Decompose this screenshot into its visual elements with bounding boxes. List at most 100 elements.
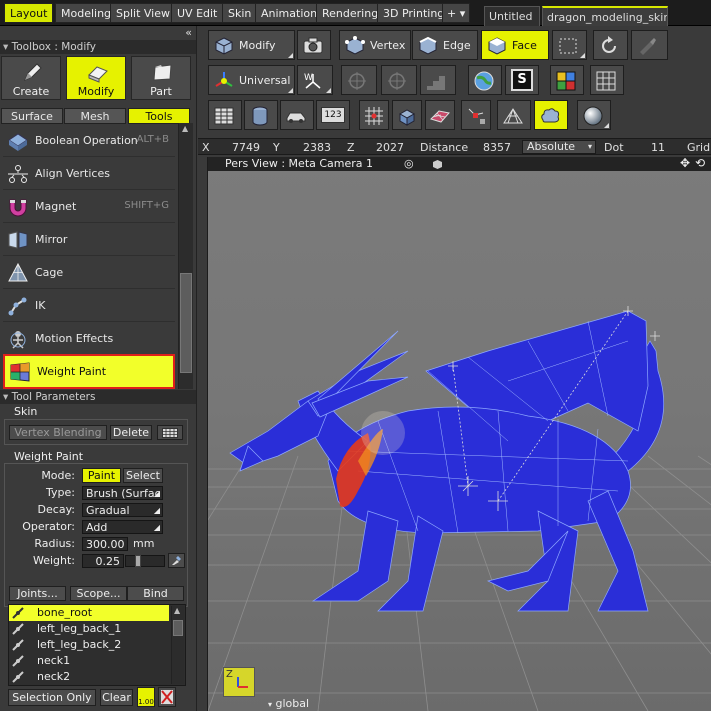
- move-vertex-button[interactable]: [461, 100, 491, 130]
- globe-button[interactable]: [468, 65, 502, 95]
- tool-weight-paint[interactable]: Weight Paint: [3, 354, 175, 389]
- delete-button[interactable]: Delete: [110, 425, 152, 440]
- universal-axis-icon: [215, 72, 233, 87]
- paint-brush-button[interactable]: [631, 30, 668, 60]
- tool-label: IK: [35, 299, 46, 312]
- document-tab-untitled[interactable]: Untitled: [484, 6, 540, 26]
- move-view-icon[interactable]: ✥: [680, 157, 690, 170]
- radius-label: Radius:: [34, 537, 75, 550]
- toolbox-header[interactable]: ▾ Toolbox : Modify: [0, 40, 196, 54]
- tab-3d-printing[interactable]: 3D Printing: [377, 3, 451, 23]
- sphere-button[interactable]: [577, 100, 611, 130]
- vertex-mode-button[interactable]: Vertex: [339, 30, 411, 60]
- operator-dropdown[interactable]: Add ◢: [82, 520, 163, 534]
- tab-layout[interactable]: Layout: [4, 3, 54, 23]
- vertex-grid-button[interactable]: [359, 100, 389, 130]
- tool-ik[interactable]: IK: [3, 290, 175, 322]
- weight-value-toggle[interactable]: 1.00: [137, 687, 155, 707]
- tab-mesh[interactable]: Mesh: [64, 108, 126, 124]
- decay-dropdown[interactable]: Gradual ◢: [82, 503, 163, 517]
- universal-axis-button[interactable]: Universal: [208, 65, 295, 95]
- color-grid-button[interactable]: [550, 65, 584, 95]
- camera-button[interactable]: [297, 30, 331, 60]
- tool-mirror[interactable]: Mirror: [3, 224, 175, 256]
- mesh-lattice-button[interactable]: [497, 100, 531, 130]
- tab-modeling[interactable]: Modeling: [55, 3, 118, 23]
- coordinate-mode-dropdown[interactable]: Absolute ▾: [522, 140, 596, 154]
- tool-parameters-header[interactable]: ▾ Tool Parameters: [0, 390, 196, 404]
- modify-mode-button[interactable]: Modify: [208, 30, 295, 60]
- tool-cage[interactable]: Cage: [3, 257, 175, 289]
- snap-s-button[interactable]: S: [505, 65, 539, 95]
- collapse-panel-button[interactable]: «: [185, 26, 192, 39]
- coordinate-space-label[interactable]: ▾ global: [268, 697, 309, 710]
- crosshair-button-1[interactable]: [341, 65, 377, 95]
- tab-surface[interactable]: Surface: [1, 108, 63, 124]
- type-dropdown[interactable]: Brush (Surfac ◢: [82, 486, 163, 500]
- crosshair-button-2[interactable]: [381, 65, 417, 95]
- tab-tools[interactable]: Tools: [128, 108, 190, 124]
- rotate-button[interactable]: [593, 30, 628, 60]
- table-view-button[interactable]: [208, 100, 242, 130]
- mode-paint-button[interactable]: Paint: [82, 468, 121, 483]
- face-mode-button[interactable]: Face: [481, 30, 549, 60]
- add-tab-button[interactable]: + ▾: [442, 3, 471, 23]
- tool-list-scrollbar[interactable]: ▲: [178, 123, 193, 389]
- joint-row[interactable]: neck2: [9, 669, 169, 685]
- clear-button[interactable]: Clear: [100, 689, 133, 706]
- weight-brush-button[interactable]: [534, 100, 568, 130]
- target-icon[interactable]: ◎: [404, 157, 414, 171]
- joint-row[interactable]: neck1: [9, 653, 169, 669]
- stairs-button[interactable]: [420, 65, 456, 95]
- axis-gizmo[interactable]: Z: [223, 667, 255, 697]
- distance-label: Distance: [420, 141, 469, 154]
- cube-view-icon[interactable]: [432, 159, 443, 170]
- weight-slider[interactable]: [125, 555, 165, 567]
- create-button[interactable]: Create: [1, 56, 61, 100]
- tool-motion-effects[interactable]: Motion Effects: [3, 323, 175, 355]
- tab-uv-edit[interactable]: UV Edit: [171, 3, 224, 23]
- joints-button[interactable]: Joints...: [9, 586, 66, 601]
- cylinder-button[interactable]: [244, 100, 278, 130]
- car-button[interactable]: [280, 100, 314, 130]
- joint-row[interactable]: bone_root: [9, 605, 169, 621]
- clear-weight-button[interactable]: [158, 687, 176, 707]
- tab-split-view[interactable]: Split View: [110, 3, 176, 23]
- skin-table-button[interactable]: [157, 425, 183, 440]
- radius-input[interactable]: 300.00: [82, 537, 128, 551]
- tab-skin[interactable]: Skin: [222, 3, 258, 23]
- part-button[interactable]: Part: [131, 56, 191, 100]
- selection-only-button[interactable]: Selection Only: [8, 689, 96, 706]
- weight-input[interactable]: 0.25: [82, 554, 124, 568]
- tool-boolean-operation[interactable]: Boolean Operation ALT+B: [3, 125, 175, 157]
- modify-button[interactable]: Modify: [66, 56, 126, 100]
- cube-stack-button[interactable]: [392, 100, 422, 130]
- tool-magnet[interactable]: Magnet SHIFT+G: [3, 191, 175, 223]
- patterned-plane-button[interactable]: [425, 100, 455, 130]
- weight-picker-button[interactable]: [168, 553, 185, 568]
- scope-button[interactable]: Scope...: [70, 586, 127, 601]
- document-tab-dragon[interactable]: dragon_modeling_skin…: [542, 6, 668, 26]
- joint-list-scroll-thumb[interactable]: [173, 620, 183, 636]
- rect-select-button[interactable]: [552, 30, 587, 60]
- tab-animation[interactable]: Animation: [255, 3, 324, 23]
- grid-button[interactable]: [590, 65, 624, 95]
- vertex-blending-dropdown[interactable]: Vertex Blending: [9, 425, 107, 440]
- weight-slider-knob[interactable]: [135, 555, 141, 567]
- joint-row[interactable]: left_leg_back_2: [9, 637, 169, 653]
- viewport-title[interactable]: Pers View : Meta Camera 1: [225, 157, 373, 171]
- tool-align-vertices[interactable]: Align Vertices: [3, 158, 175, 190]
- numbers-button[interactable]: 123: [316, 100, 350, 130]
- world-axis-button[interactable]: W: [297, 65, 333, 95]
- mode-select-button[interactable]: Select: [123, 468, 163, 483]
- bind-button[interactable]: Bind: [127, 586, 184, 601]
- tool-list-scroll-thumb[interactable]: [180, 273, 192, 373]
- table-icon: [214, 107, 234, 125]
- 3d-viewport[interactable]: Pers View : Meta Camera 1 ◎ ✥ ⟲ Z ▾ glob…: [207, 157, 711, 711]
- tab-rendering[interactable]: Rendering: [316, 3, 385, 23]
- mesh-lattice-icon: [503, 108, 523, 124]
- edge-mode-button[interactable]: Edge: [412, 30, 478, 60]
- joint-row[interactable]: left_leg_back_1: [9, 621, 169, 637]
- joint-list-scrollbar[interactable]: ▲: [171, 606, 184, 684]
- rotate-view-icon[interactable]: ⟲: [695, 157, 705, 170]
